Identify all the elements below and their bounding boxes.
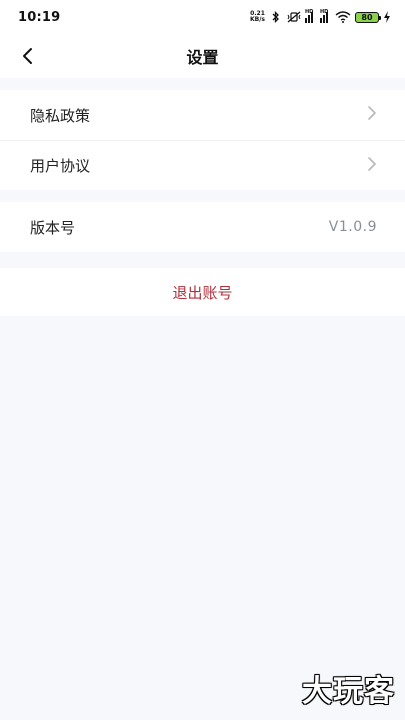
status-time: 10:19 [18,9,61,25]
privacy-policy-row[interactable]: 隐私政策 [0,90,405,140]
signal-1-tag: HD [305,8,314,15]
chevron-right-icon [367,156,377,176]
nav-bar: 设置 [0,34,405,78]
version-group: 版本号 V1.0.9 [0,202,405,252]
signal-1-icon: HD [305,8,316,23]
vibrate-off-icon [287,11,301,23]
version-value: V1.0.9 [328,219,377,235]
page-title: 设置 [186,48,219,67]
battery-icon: 80 [355,11,381,23]
back-button[interactable] [12,40,44,72]
signal-2-tag: HD [320,8,329,15]
wifi-icon [335,11,351,23]
chevron-right-icon [367,105,377,125]
charging-icon [383,11,391,23]
bluetooth-icon [269,10,283,24]
net-speed: 0.21 KB/s [250,11,265,23]
version-row: 版本号 V1.0.9 [0,202,405,252]
net-speed-unit: KB/s [250,16,265,23]
settings-screen: 10:19 0.21 KB/s HD HD 80 设置 隐私政策 用户协议 版本… [0,0,405,720]
user-agreement-label: 用户协议 [30,157,91,175]
privacy-policy-label: 隐私政策 [30,106,91,125]
status-icons: 0.21 KB/s HD HD 80 [250,8,391,24]
chevron-left-icon [23,48,32,64]
version-label: 版本号 [30,218,76,237]
signal-2-icon: HD [320,8,331,23]
user-agreement-row[interactable]: 用户协议 [0,140,405,190]
logout-button[interactable]: 退出账号 [0,268,405,316]
settings-links-group: 隐私政策 用户协议 [0,90,405,190]
status-bar: 10:19 0.21 KB/s HD HD 80 [0,0,405,34]
watermark-logo: 大玩客 [302,674,395,709]
